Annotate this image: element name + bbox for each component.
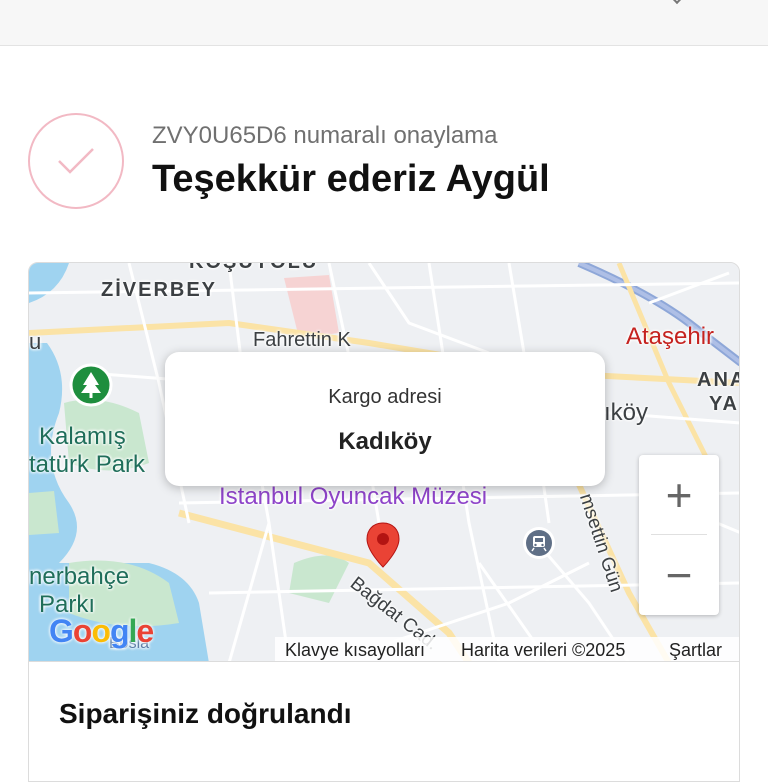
top-bar (0, 0, 768, 46)
popup-label: Kargo adresi (328, 386, 442, 408)
map-label-kosuyolu: KOŞUYOLU (189, 262, 319, 273)
map-label-atasehir: Ataşehir (626, 323, 715, 350)
confirmation-check-icon (28, 113, 124, 209)
map-data-text: Harita verileri ©2025 (461, 640, 626, 660)
confirmation-number: ZVY0U65D6 numaralı onaylama (152, 122, 498, 149)
map-label-ana: ANA (697, 369, 739, 391)
google-letter: o (91, 613, 111, 649)
map-label-fahrettin: Fahrettin K (253, 329, 351, 351)
zoom-out-button[interactable]: − (639, 535, 719, 615)
order-verified-title: Siparişiniz doğrulandı (59, 698, 352, 729)
transit-icon[interactable] (525, 529, 553, 557)
zoom-control: + − (639, 455, 719, 615)
map-label-kadikoy: ıköy (604, 399, 649, 426)
location-pin-icon[interactable] (365, 521, 401, 574)
terms-link[interactable]: Şartlar (669, 640, 722, 661)
shipping-map[interactable]: KOŞUYOLU ZİVERBEY Fahrettin K Ataşehir A… (28, 262, 740, 662)
google-letter: o (72, 613, 93, 649)
google-letter: e (136, 613, 154, 649)
map-label-ya: YA (709, 393, 739, 415)
google-logo[interactable]: Google (49, 613, 154, 650)
order-status-card: Siparişiniz doğrulandı (28, 662, 740, 782)
map-label-ziverbey: ZİVERBEY (101, 279, 218, 301)
shipping-address-popup: Kargo adresi Kadıköy (165, 352, 605, 486)
popup-value: Kadıköy (338, 428, 432, 455)
map-label-fenerbahce: nerbahçe (29, 563, 130, 590)
map-label-ataturk-park: tatürk Park (29, 451, 146, 478)
thank-you-title: Teşekkür ederiz Aygül (152, 158, 550, 200)
map-attribution: Klavye kısayolları Harita verileri ©2025… (275, 637, 739, 661)
map-label-u: u (29, 329, 42, 354)
chevron-down-icon[interactable] (669, 0, 685, 5)
park-tree-icon[interactable] (69, 363, 113, 412)
google-letter: G (49, 613, 74, 649)
google-letter: g (109, 613, 130, 649)
map-label-toy-museum[interactable]: İstanbul Oyuncak Müzesi (219, 483, 487, 511)
zoom-in-button[interactable]: + (639, 455, 719, 535)
map-label-kalamis: Kalamış (39, 423, 126, 450)
keyboard-shortcuts-link[interactable]: Klavye kısayolları (285, 640, 425, 661)
